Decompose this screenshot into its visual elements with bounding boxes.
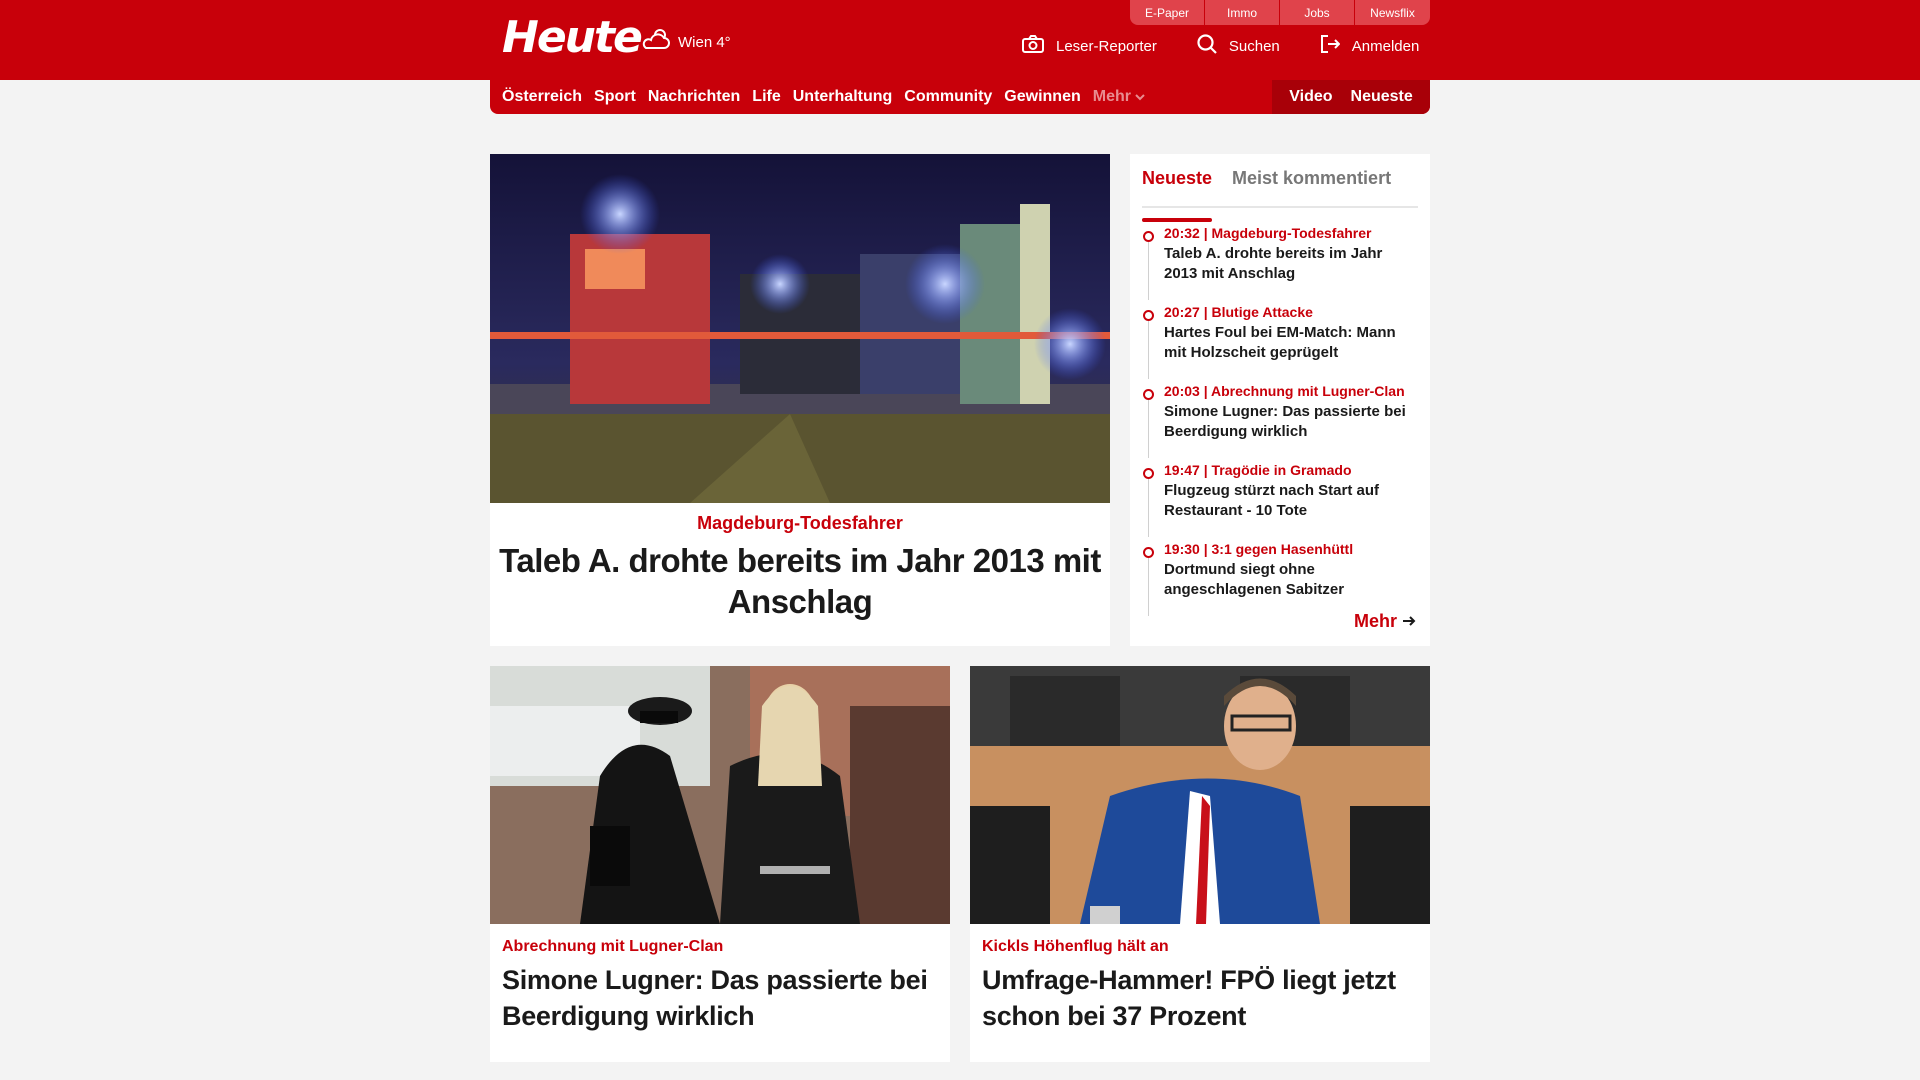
timeline-line: [1148, 242, 1149, 300]
timeline-dot-icon: [1143, 231, 1154, 242]
hero-image[interactable]: [490, 154, 1110, 503]
card-kicker[interactable]: Abrechnung mit Lugner-Clan: [502, 938, 938, 956]
nav-item-community[interactable]: Community: [904, 88, 992, 106]
nav-more-dropdown[interactable]: Mehr: [1093, 88, 1145, 106]
tab-meist-kommentiert[interactable]: Meist kommentiert: [1232, 164, 1391, 206]
nav-item-life[interactable]: Life: [752, 88, 780, 106]
header-actions: Leser-Reporter Suchen Anmelden: [1022, 34, 1419, 58]
news-feed: 20:32 | Magdeburg-Todesfahrer Taleb A. d…: [1142, 224, 1418, 619]
feed-meta: 20:03 | Abrechnung mit Lugner-Clan: [1164, 383, 1405, 399]
feed-title[interactable]: Dortmund siegt ohne angeschlagenen Sabit…: [1164, 560, 1418, 600]
feed-title[interactable]: Flugzeug stürzt nach Start auf Restauran…: [1164, 481, 1418, 521]
timeline-dot-icon: [1143, 310, 1154, 321]
util-tab-immo[interactable]: Immo: [1205, 0, 1280, 25]
feed-title[interactable]: Simone Lugner: Das passierte bei Beerdig…: [1164, 402, 1418, 442]
feed-item[interactable]: 20:27 | Blutige Attacke Hartes Foul bei …: [1142, 303, 1418, 382]
login-icon: [1320, 34, 1352, 58]
article-card[interactable]: Abrechnung mit Lugner-Clan Simone Lugner…: [490, 666, 950, 1062]
feed-meta: 20:27 | Blutige Attacke: [1164, 304, 1313, 320]
sidebar-more-link[interactable]: Mehr: [1354, 611, 1416, 632]
feed-title[interactable]: Taleb A. drohte bereits im Jahr 2013 mit…: [1164, 244, 1418, 284]
nav-item-gewinnen[interactable]: Gewinnen: [1004, 88, 1080, 106]
timeline-line: [1148, 479, 1149, 537]
tab-neueste[interactable]: Neueste: [1142, 164, 1213, 222]
nav-item-oesterreich[interactable]: Österreich: [502, 88, 582, 106]
camera-icon: [1022, 35, 1056, 57]
timeline-dot-icon: [1143, 468, 1154, 479]
feed-item[interactable]: 20:32 | Magdeburg-Todesfahrer Taleb A. d…: [1142, 224, 1418, 303]
sidebar-more-label: Mehr: [1353, 611, 1397, 631]
search-label: Suchen: [1228, 37, 1280, 55]
feed-meta: 19:47 | Tragödie in Gramado: [1164, 462, 1352, 478]
feed-item[interactable]: 20:03 | Abrechnung mit Lugner-Clan Simon…: [1142, 382, 1418, 461]
feed-item[interactable]: 19:47 | Tragödie in Gramado Flugzeug stü…: [1142, 461, 1418, 540]
feed-meta: 20:32 | Magdeburg-Todesfahrer: [1164, 225, 1372, 241]
heute-logo[interactable]: Heute: [502, 14, 643, 62]
utility-tabs: E-Paper Immo Jobs Newsflix: [1130, 0, 1430, 25]
search-icon: [1197, 34, 1229, 58]
feed-item[interactable]: 19:30 | 3:1 gegen Hasenhüttl Dortmund si…: [1142, 540, 1418, 619]
util-tab-jobs[interactable]: Jobs: [1280, 0, 1355, 25]
site-header: Heute Wien 4° E-Paper Immo Jobs Newsflix…: [0, 0, 1920, 80]
main-nav: Österreich Sport Nachrichten Life Unterh…: [490, 80, 1430, 114]
card-title[interactable]: Simone Lugner: Das passierte bei Beerdig…: [502, 962, 938, 1034]
hero-article[interactable]: Magdeburg-Todesfahrer Taleb A. drohte be…: [490, 154, 1110, 646]
timeline-dot-icon: [1143, 547, 1154, 558]
article-image[interactable]: [490, 666, 950, 924]
login-button[interactable]: Anmelden: [1320, 34, 1420, 58]
weather-text: Wien 4°: [678, 33, 731, 51]
arrow-right-icon: [1397, 611, 1416, 632]
hero-title[interactable]: Taleb A. drohte bereits im Jahr 2013 mit…: [490, 540, 1110, 622]
timeline-line: [1148, 400, 1149, 458]
nav-item-nachrichten[interactable]: Nachrichten: [648, 88, 740, 106]
article-card[interactable]: Kickls Höhenflug hält an Umfrage-Hammer!…: [970, 666, 1430, 1062]
nav-item-neueste[interactable]: Neueste: [1351, 88, 1413, 106]
leser-reporter-label: Leser-Reporter: [1056, 37, 1157, 55]
nav-right-group: Video Neueste: [1272, 80, 1430, 114]
card-kicker[interactable]: Kickls Höhenflug hält an: [982, 938, 1418, 956]
timeline-line: [1148, 321, 1149, 379]
newest-sidebar: Neueste Meist kommentiert 20:32 | Magdeb…: [1130, 154, 1430, 646]
timeline-dot-icon: [1143, 389, 1154, 400]
timeline-line: [1148, 558, 1149, 616]
nav-item-video[interactable]: Video: [1289, 88, 1332, 106]
feed-meta: 19:30 | 3:1 gegen Hasenhüttl: [1164, 541, 1354, 557]
nav-item-unterhaltung[interactable]: Unterhaltung: [793, 88, 893, 106]
cloud-sun-icon: [640, 26, 678, 58]
sidebar-tabs: Neueste Meist kommentiert: [1142, 164, 1418, 222]
weather-widget[interactable]: Wien 4°: [640, 26, 731, 58]
util-tab-epaper[interactable]: E-Paper: [1130, 0, 1205, 25]
article-image[interactable]: [970, 666, 1430, 924]
chevron-down-icon: [1131, 88, 1145, 106]
search-button[interactable]: Suchen: [1197, 34, 1280, 58]
card-title[interactable]: Umfrage-Hammer! FPÖ liegt jetzt schon be…: [982, 962, 1418, 1034]
nav-item-sport[interactable]: Sport: [594, 88, 636, 106]
feed-title[interactable]: Hartes Foul bei EM-Match: Mann mit Holzs…: [1164, 323, 1418, 363]
leser-reporter-button[interactable]: Leser-Reporter: [1022, 35, 1157, 57]
util-tab-newsflix[interactable]: Newsflix: [1355, 0, 1430, 25]
nav-more-label: Mehr: [1092, 88, 1131, 105]
login-label: Anmelden: [1351, 37, 1420, 55]
hero-kicker[interactable]: Magdeburg-Todesfahrer: [490, 513, 1110, 534]
